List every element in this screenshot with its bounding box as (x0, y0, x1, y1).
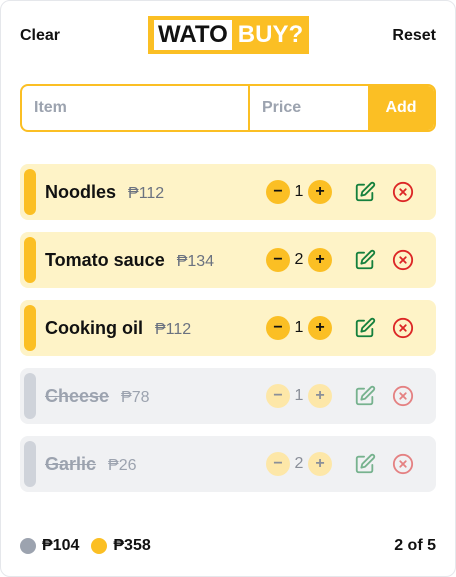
quantity-value: 2 (294, 251, 304, 268)
item-name: Cheese (45, 385, 110, 406)
increment-button[interactable]: + (308, 384, 332, 408)
quantity-value: 1 (294, 183, 304, 200)
check-toggle[interactable] (24, 305, 36, 351)
decrement-button[interactable]: − (266, 452, 290, 476)
increment-button[interactable]: + (308, 316, 332, 340)
shopping-list: Noodles ₱112 − 1 + Tomato sauce ₱134 − 2 +… (20, 164, 436, 504)
increment-button[interactable]: + (308, 248, 332, 272)
list-item[interactable]: Cooking oil ₱112 − 1 + (20, 300, 436, 356)
decrement-button[interactable]: − (266, 180, 290, 204)
increment-button[interactable]: + (308, 180, 332, 204)
increment-button[interactable]: + (308, 452, 332, 476)
item-name: Tomato sauce (45, 249, 165, 270)
totals: ₱104 ₱358 (20, 537, 151, 555)
header: Clear WATO BUY? Reset (20, 16, 436, 56)
delete-icon[interactable] (392, 385, 414, 407)
item-price: ₱112 (155, 320, 192, 338)
logo-word-buy: BUY? (237, 21, 304, 48)
reset-button[interactable]: Reset (392, 27, 436, 45)
item-input[interactable]: Item (22, 86, 250, 130)
check-toggle[interactable] (24, 373, 36, 419)
decrement-button[interactable]: − (266, 248, 290, 272)
edit-icon[interactable] (354, 317, 376, 339)
check-toggle[interactable] (24, 441, 36, 487)
quantity-stepper: − 2 + (266, 248, 332, 272)
list-item[interactable]: Tomato sauce ₱134 − 2 + (20, 232, 436, 288)
add-button[interactable]: Add (368, 86, 434, 130)
clear-button[interactable]: Clear (20, 27, 60, 45)
delete-icon[interactable] (392, 317, 414, 339)
delete-icon[interactable] (392, 249, 414, 271)
add-item-form: Item Price Add (20, 84, 436, 132)
footer: ₱104 ₱358 2 of 5 (20, 534, 436, 558)
edit-icon[interactable] (354, 181, 376, 203)
list-item[interactable]: Noodles ₱112 − 1 + (20, 164, 436, 220)
quantity-stepper: − 2 + (266, 452, 332, 476)
edit-icon[interactable] (354, 453, 376, 475)
item-name: Noodles (45, 181, 117, 202)
item-name: Cooking oil (45, 317, 143, 338)
quantity-value: 2 (294, 455, 304, 472)
quantity-stepper: − 1 + (266, 316, 332, 340)
quantity-stepper: − 1 + (266, 180, 332, 204)
bought-dot-icon (20, 538, 36, 554)
item-price: ₱78 (121, 388, 150, 406)
quantity-value: 1 (294, 387, 304, 404)
remaining-dot-icon (91, 538, 108, 554)
item-price: ₱26 (108, 456, 137, 474)
item-price: ₱134 (176, 252, 215, 270)
progress-count: 2 of 5 (394, 537, 436, 554)
check-toggle[interactable] (24, 237, 36, 283)
decrement-button[interactable]: − (266, 316, 290, 340)
item-price: ₱112 (128, 184, 165, 202)
delete-icon[interactable] (392, 453, 414, 475)
decrement-button[interactable]: − (266, 384, 290, 408)
item-name: Garlic (45, 453, 97, 474)
list-item[interactable]: Garlic ₱26 − 2 + (20, 436, 436, 492)
logo-word-wato: WATO (154, 20, 232, 50)
remaining-total: ₱358 (113, 537, 151, 554)
edit-icon[interactable] (354, 249, 376, 271)
quantity-stepper: − 1 + (266, 384, 332, 408)
check-toggle[interactable] (24, 169, 36, 215)
price-input[interactable]: Price (250, 86, 368, 130)
app-logo: WATO BUY? (148, 16, 310, 54)
bought-total: ₱104 (42, 537, 80, 554)
edit-icon[interactable] (354, 385, 376, 407)
delete-icon[interactable] (392, 181, 414, 203)
list-item[interactable]: Cheese ₱78 − 1 + (20, 368, 436, 424)
quantity-value: 1 (294, 319, 304, 336)
